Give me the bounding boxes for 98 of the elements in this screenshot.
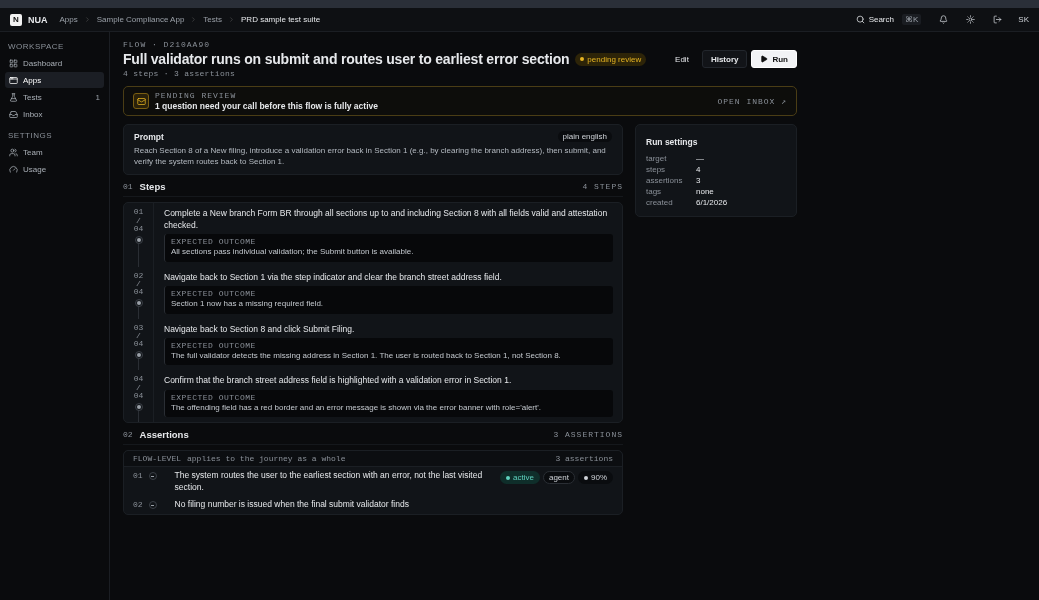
step-dot-icon [134, 402, 143, 411]
edit-button[interactable]: Edit [666, 50, 698, 68]
step-number: 02 / 04 [132, 271, 145, 297]
status-badge: pending review [575, 52, 647, 66]
flask-icon [9, 92, 18, 102]
sidebar-item[interactable]: Team [5, 144, 104, 160]
step-text: Navigate back to Section 1 via the step indicator and clear the branch street address field. [164, 271, 503, 284]
step-text: Confirm that the branch street address field is highlighted with a validation error in Section 1. [164, 375, 513, 387]
breadcrumb-link[interactable]: Apps [59, 15, 78, 24]
outcome-label: EXPECTED OUTCOME [171, 289, 257, 299]
sidebar-label: Dashboard [23, 58, 64, 68]
mail-icon [133, 93, 149, 109]
assertion-text: No filing number is issued when the final submit validator finds [174, 499, 410, 511]
assertion-number: 01 [133, 471, 143, 481]
step-dot-icon [134, 298, 143, 307]
banner-message: 1 question need your call before this flow is fully active [155, 101, 379, 111]
section-title: Assertions [139, 429, 190, 441]
breadcrumb-link[interactable]: Tests [203, 15, 222, 24]
chevron-icon [190, 16, 198, 23]
search-icon [855, 15, 865, 24]
group-label: FLOW-LEVEL [133, 454, 181, 464]
section-count: 3 ASSERTIONS [553, 430, 623, 440]
sidebar-label: Usage [23, 164, 48, 174]
logout-icon[interactable] [993, 15, 1003, 24]
group-count: 3 assertions [555, 454, 613, 464]
sidebar-item[interactable]: Dashboard [5, 55, 104, 71]
section-index: 02 [123, 430, 133, 440]
chevron-icon [83, 16, 91, 23]
step-number: 01 / 04 [132, 208, 145, 234]
sidebar-label: Apps [23, 75, 43, 85]
sidebar-label: Team [23, 147, 44, 157]
chevron-icon [228, 16, 235, 23]
setting-key: created [646, 197, 696, 208]
confidence-badge: 90% [578, 471, 613, 485]
setting-value: 4 [696, 164, 701, 175]
sidebar-item[interactable]: Inbox [5, 106, 104, 122]
gauge-icon [9, 164, 18, 174]
sidebar-item[interactable]: Usage [5, 161, 104, 177]
run-button[interactable]: Run [751, 50, 797, 68]
assertion-number: 02 [133, 500, 143, 510]
users-icon [9, 147, 18, 157]
section-title: Steps [139, 181, 167, 193]
outcome-label: EXPECTED OUTCOME [171, 237, 257, 247]
group-note: applies to the journey as a whole [187, 454, 347, 464]
source-badge: agent [542, 471, 575, 485]
outcome-label: EXPECTED OUTCOME [171, 341, 257, 351]
setting-key: tags [646, 186, 696, 197]
breadcrumb-link[interactable]: PRD sample test suite [241, 15, 321, 24]
step-dot-icon [134, 350, 143, 359]
user-avatar[interactable]: SK [1018, 15, 1029, 24]
assertion-text: The system routes the user to the earliest section with an error, not the last visited section. [174, 470, 484, 494]
outcome-text: All sections pass individual validation; the Submit button is available. [171, 247, 415, 258]
setting-value: 6/1/2026 [696, 197, 728, 208]
step-text: Complete a New branch Form BR through all sections up to and including Section 8 with all fields valid and attestation checked. [164, 208, 609, 232]
setting-value: — [696, 153, 704, 164]
sidebar-heading: SETTINGS [7, 131, 53, 140]
sidebar-heading: WORKSPACE [7, 42, 65, 51]
card-title: Run settings [646, 137, 698, 147]
prompt-tag: plain english [557, 131, 612, 142]
setting-value: none [696, 186, 714, 197]
step-text: Navigate back to Section 8 and click Submit Filing. [164, 323, 356, 336]
setting-key: target [646, 153, 696, 164]
setting-value: 3 [696, 175, 701, 186]
open-inbox-link[interactable]: OPEN INBOX ↗ [717, 96, 787, 106]
inbox-icon [9, 109, 18, 119]
status-badge: active [500, 471, 540, 485]
app-logo: N [10, 13, 22, 26]
card-title: Prompt [134, 131, 164, 142]
prompt-text: Reach Section 8 of a New filing, introduce a validation error back in Section 1 (e.g., by clearing the branch address), then submit, and verify the system routes back to Section 1. [134, 145, 607, 168]
sidebar-label: Inbox [23, 109, 44, 119]
outcome-text: The offending field has a red border and an error message is shown via the error banner with role='alert'. [171, 402, 542, 414]
bell-icon[interactable] [939, 15, 949, 24]
section-count: 4 STEPS [582, 182, 623, 192]
flow-meta: 4 steps · 3 assertions [123, 69, 237, 78]
sidebar-label: Tests [23, 92, 43, 102]
outcome-label: EXPECTED OUTCOME [171, 392, 257, 402]
setting-key: steps [646, 164, 696, 175]
step-dot-icon [134, 235, 143, 244]
section-index: 01 [123, 182, 133, 192]
search-button[interactable]: Search ⌘K [855, 14, 922, 25]
sun-icon[interactable] [966, 15, 976, 24]
flow-title: Full validator runs on submit and routes user to earliest error section [123, 51, 570, 67]
sidebar-item[interactable]: Tests 1 [5, 89, 104, 105]
history-button[interactable]: History [701, 50, 748, 68]
brand-name: NUA [28, 14, 48, 25]
breadcrumb-link[interactable]: Sample Compliance App [96, 15, 185, 24]
flow-id: FLOW · D210AA90 [123, 40, 211, 49]
step-number: 04 / 04 [132, 375, 145, 401]
outcome-text: Section 1 now has a missing required field. [171, 299, 325, 310]
play-icon [760, 55, 769, 63]
outcome-text: The full validator detects the missing address in Section 1. The user is routed back to Section 1, not Section 8. [171, 351, 562, 362]
step-number: 03 / 04 [132, 323, 145, 349]
banner-label: PENDING REVIEW [155, 91, 238, 100]
grid-icon [9, 58, 18, 68]
sidebar-item[interactable]: Apps [5, 72, 104, 88]
item-count: 1 [95, 92, 100, 102]
window-icon [9, 75, 18, 85]
setting-key: assertions [646, 175, 696, 186]
